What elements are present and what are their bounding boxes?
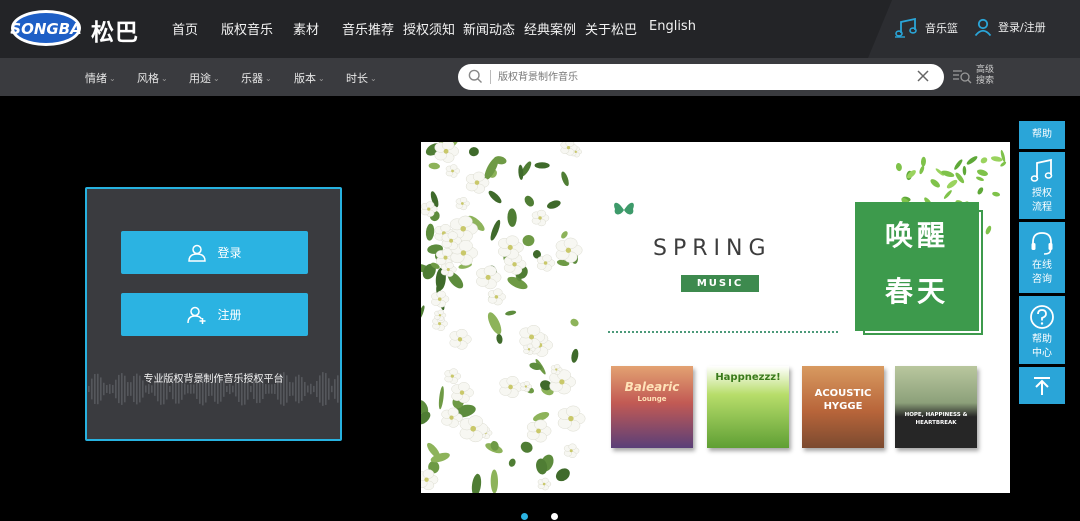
register-button[interactable]: 注册 — [121, 293, 308, 336]
album-cover-3[interactable]: ACOUSTIC HYGGE — [802, 366, 884, 448]
nav-license-notice[interactable]: 授权须知 — [403, 19, 455, 38]
filter-bar: 情绪⌄ 风格⌄ 用途⌄ 乐器⌄ 版本⌄ 时长⌄ 高级搜索 — [0, 58, 1080, 96]
sidebar-help-label: 帮助 — [1032, 129, 1052, 140]
register-button-label: 注册 — [217, 308, 242, 322]
question-mark-icon — [1030, 305, 1054, 329]
brand-name[interactable]: 松巴 — [91, 13, 139, 47]
nav-english[interactable]: English — [649, 19, 696, 34]
top-header: SONGBA 松巴 首页 版权音乐 素材 音乐推荐 授权须知 新闻动态 经典案例… — [0, 0, 1080, 58]
chevron-down-icon: ⌄ — [318, 73, 325, 83]
filter-mood[interactable]: 情绪 ⌄ — [85, 70, 116, 86]
login-panel-tagline: 专业版权背景制作音乐授权平台 — [143, 374, 284, 385]
advanced-search-label: 高级搜索 — [976, 65, 995, 86]
search-box — [458, 64, 944, 90]
album-3-title: ACOUSTIC — [814, 388, 872, 399]
filter-usage[interactable]: 用途 ⌄ — [189, 70, 220, 86]
search-input[interactable] — [498, 67, 898, 87]
album-1-title: Balearic — [624, 380, 680, 394]
wake-line-2: 春天 — [884, 275, 949, 308]
help-center-label-1: 帮助 — [1032, 334, 1052, 345]
back-to-top-button[interactable] — [1019, 367, 1065, 404]
filter-instrument[interactable]: 乐器 ⌄ — [241, 70, 272, 86]
user-icon — [974, 18, 992, 36]
butterfly-icon — [614, 202, 634, 215]
music-note-icon — [1030, 158, 1053, 182]
nav-home[interactable]: 首页 — [172, 19, 198, 38]
spring-title: SPRING — [653, 236, 772, 261]
users-icon — [188, 244, 207, 262]
carousel-dot-1[interactable] — [521, 513, 528, 520]
filter-version[interactable]: 版本 ⌄ — [294, 70, 325, 86]
nav-music-recommend[interactable]: 音乐推荐 — [342, 19, 394, 38]
headset-icon — [1031, 232, 1053, 255]
svg-text:SONGBA: SONGBA — [10, 20, 81, 38]
online-consult-label-2: 咨询 — [1032, 274, 1052, 285]
login-panel: 登录 注册 专业版权背景制作音乐授权平台 — [85, 187, 342, 441]
login-register-label: 登录/注册 — [998, 21, 1046, 34]
chevron-down-icon: ⌄ — [161, 73, 168, 83]
flower-decoration — [421, 142, 596, 493]
nav-cases[interactable]: 经典案例 — [524, 19, 576, 38]
sidebar-help-button[interactable]: 帮助 — [1019, 121, 1065, 149]
chevron-down-icon: ⌄ — [109, 73, 116, 83]
album-cover-4[interactable]: HOPE, HAPPINESS & HEARTBREAK — [895, 366, 977, 448]
chevron-down-icon: ⌄ — [265, 73, 272, 83]
online-consult-label-1: 在线 — [1032, 260, 1052, 271]
promo-banner[interactable]: SPRING MUSIC 唤醒 春天 Balearic Lounge Happn… — [421, 142, 1010, 493]
login-register-link[interactable]: 登录/注册 — [974, 18, 1046, 36]
nav-copyright-music[interactable]: 版权音乐 — [221, 19, 273, 38]
nav-materials[interactable]: 素材 — [293, 19, 319, 38]
filter-version-label: 版本 — [294, 72, 316, 85]
music-cart-button[interactable]: 音乐篮 — [895, 18, 958, 38]
add-user-icon — [187, 306, 206, 324]
album-2-title: Happnezzz! — [715, 372, 781, 383]
sidebar-help-center-button[interactable]: 帮助 中心 — [1019, 296, 1065, 364]
music-note-icon — [895, 18, 917, 38]
close-icon[interactable] — [916, 69, 930, 83]
search-divider — [490, 70, 491, 84]
album-4-subtitle: HEARTBREAK — [915, 420, 957, 426]
nav-news[interactable]: 新闻动态 — [463, 19, 515, 38]
filter-duration[interactable]: 时长 ⌄ — [346, 70, 377, 86]
wake-spring-box: 唤醒 春天 — [855, 202, 983, 335]
filter-instrument-label: 乐器 — [241, 72, 263, 85]
filter-mood-label: 情绪 — [85, 72, 107, 85]
sound-wave-graphic — [88, 372, 339, 406]
carousel-dot-2[interactable] — [551, 513, 558, 520]
wake-line-1: 唤醒 — [884, 219, 949, 252]
music-tag: MUSIC — [681, 275, 759, 292]
sidebar-online-consult-button[interactable]: 在线 咨询 — [1019, 222, 1065, 293]
album-1-subtitle: Lounge — [637, 395, 667, 403]
login-button[interactable]: 登录 — [121, 231, 308, 274]
dotted-divider — [608, 331, 838, 333]
songba-logo[interactable]: SONGBA — [10, 8, 82, 48]
nav-about[interactable]: 关于松巴 — [585, 19, 637, 38]
arrow-up-to-top-icon — [1034, 377, 1050, 395]
help-center-label-2: 中心 — [1032, 348, 1052, 359]
license-flow-label-1: 授权 — [1032, 188, 1052, 199]
album-3-subtitle: HYGGE — [823, 401, 863, 412]
filter-duration-label: 时长 — [346, 72, 368, 85]
license-flow-label-2: 流程 — [1032, 202, 1052, 213]
album-4-title: HOPE, HAPPINESS & — [904, 412, 968, 418]
album-cover-2[interactable]: Happnezzz! — [707, 366, 789, 448]
filter-style[interactable]: 风格 ⌄ — [137, 70, 168, 86]
music-cart-label: 音乐篮 — [925, 22, 958, 35]
filter-usage-label: 用途 — [189, 72, 211, 85]
chevron-down-icon: ⌄ — [370, 73, 377, 83]
sidebar-license-flow-button[interactable]: 授权 流程 — [1019, 152, 1065, 219]
advanced-search-button[interactable]: 高级搜索 — [952, 65, 996, 87]
album-cover-1[interactable]: Balearic Lounge — [611, 366, 693, 448]
advanced-search-icon — [953, 70, 972, 84]
chevron-down-icon: ⌄ — [213, 73, 220, 83]
login-button-label: 登录 — [217, 246, 242, 260]
filter-style-label: 风格 — [137, 72, 159, 85]
search-icon[interactable] — [468, 69, 483, 84]
